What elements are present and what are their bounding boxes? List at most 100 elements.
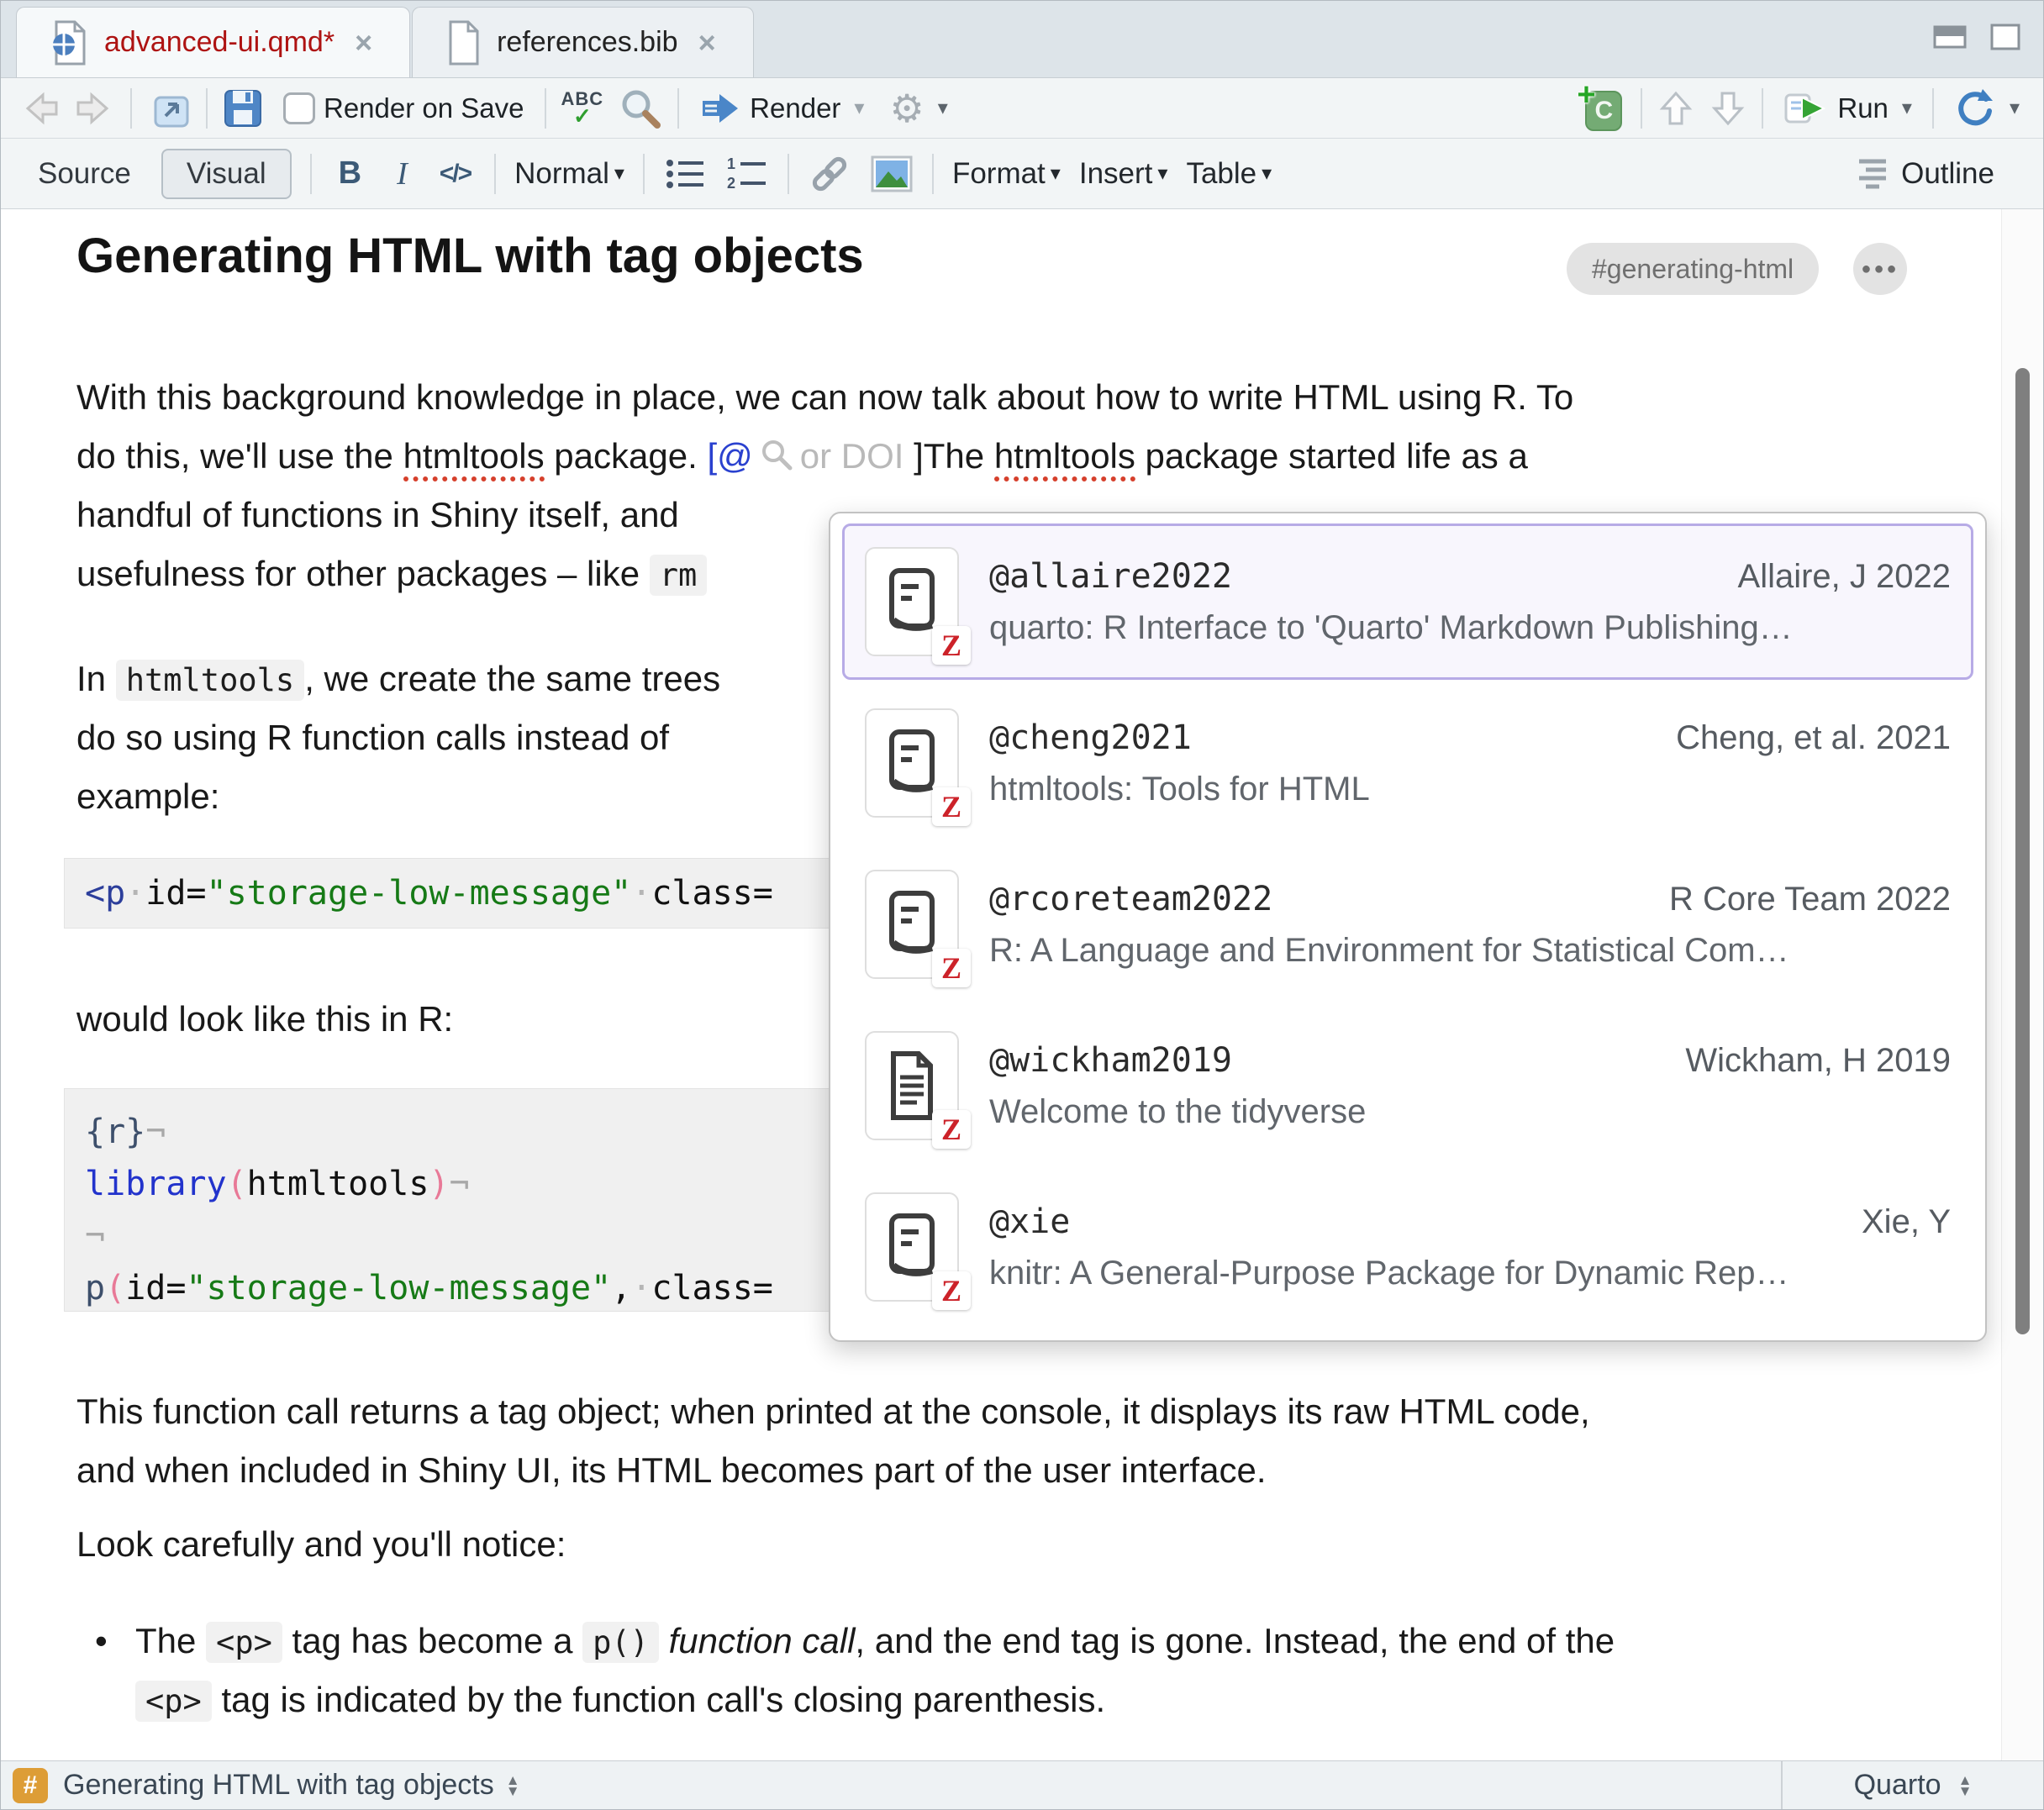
book-icon: Z <box>865 1192 959 1302</box>
bullet-line: The <p> tag has become a p() function ca… <box>135 1621 1615 1661</box>
chevron-down-icon: ▾ <box>938 96 948 120</box>
citation-item-rcoreteam2022[interactable]: Z @rcoreteam2022 R Core Team 2022 R: A L… <box>842 846 1973 1002</box>
heading-anchor-badge: #generating-html <box>1567 243 1819 295</box>
save-icon[interactable] <box>223 88 263 129</box>
bold-button[interactable]: B <box>330 155 370 192</box>
section-selector[interactable]: Generating HTML with tag objects <box>63 1769 494 1802</box>
inline-code: <p> <box>135 1681 212 1722</box>
link-icon[interactable] <box>808 152 851 196</box>
citation-author: Cheng, et al. 2021 <box>1676 719 1951 757</box>
divider <box>130 88 132 129</box>
citation-id: @rcoreteam2022 <box>989 880 1272 918</box>
citation-id: @xie <box>989 1202 1070 1241</box>
divider <box>1762 88 1763 129</box>
paragraph-line: This function call returns a tag object;… <box>76 1392 1590 1432</box>
quarto-file-icon <box>50 19 87 66</box>
citation-id: @cheng2021 <box>989 718 1192 757</box>
citation-author: Xie, Y <box>1862 1203 1951 1241</box>
tab-label: advanced-ui.qmd* <box>104 26 335 59</box>
citation-item-cheng2021[interactable]: Z @cheng2021 Cheng, et al. 2021 htmltool… <box>842 685 1973 841</box>
book-icon: Z <box>865 870 959 979</box>
zotero-badge: Z <box>932 1110 971 1149</box>
mode-selector[interactable]: Quarto ▲ ▼ <box>1781 1761 2043 1809</box>
go-previous-section-icon[interactable] <box>1657 89 1694 128</box>
outline-icon <box>1857 156 1891 192</box>
source-tools-button[interactable]: ▾ <box>1949 84 2025 133</box>
section-hash-icon: # <box>13 1768 48 1803</box>
render-settings-button[interactable]: ⚙ ▾ <box>884 86 952 131</box>
paragraph-line: usefulness for other packages – like rm <box>76 554 707 594</box>
citation-author: Allaire, J 2022 <box>1738 558 1951 596</box>
close-icon[interactable]: × <box>351 25 376 61</box>
divider <box>310 154 312 194</box>
visual-mode-button[interactable]: Visual <box>161 149 292 199</box>
citation-title: R: A Language and Environment for Statis… <box>989 932 1951 970</box>
file-icon <box>446 20 480 66</box>
zotero-badge: Z <box>932 949 971 987</box>
chevron-down-icon: ▾ <box>1051 161 1061 186</box>
citation-author: R Core Team 2022 <box>1669 881 1951 918</box>
divider <box>788 154 789 194</box>
paragraph-line: Look carefully and you'll notice: <box>76 1524 566 1565</box>
divider <box>206 88 208 129</box>
table-menu[interactable]: Table ▾ <box>1186 157 1272 191</box>
divider <box>545 88 546 129</box>
render-on-save-checkbox[interactable] <box>283 92 315 124</box>
run-button[interactable]: Run ▾ <box>1778 86 1917 131</box>
minimize-pane-icon[interactable] <box>1932 23 1968 51</box>
citation-item-xie[interactable]: Z @xie Xie, Y knitr: A General-Purpose P… <box>842 1169 1973 1325</box>
paragraph-style-select[interactable]: Normal ▾ <box>514 157 624 191</box>
citation-input[interactable]: [@ <box>707 436 752 476</box>
vertical-scrollbar <box>2001 209 2043 1760</box>
bullet-line: <p> tag is indicated by the function cal… <box>135 1680 1105 1720</box>
scrollbar-thumb[interactable] <box>2015 368 2030 1334</box>
updown-arrows-icon: ▲ ▼ <box>1958 1775 1973 1797</box>
italic-text: function call <box>669 1621 856 1660</box>
back-icon[interactable] <box>19 88 60 129</box>
zotero-badge: Z <box>932 626 971 665</box>
paragraph-line: do so using R function calls instead of <box>76 718 669 758</box>
inline-code: p() <box>582 1622 659 1663</box>
citation-item-wickham2019[interactable]: Z @wickham2019 Wickham, H 2019 Welcome t… <box>842 1008 1973 1164</box>
bullet-list-icon[interactable] <box>663 155 707 193</box>
citation-item-allaire2022[interactable]: Z @allaire2022 Allaire, J 2022 quarto: R… <box>842 524 1973 680</box>
close-icon[interactable]: × <box>695 25 719 61</box>
render-button[interactable]: Render ▾ <box>694 87 869 129</box>
divider <box>677 88 679 129</box>
inline-code: <p> <box>206 1622 282 1663</box>
image-icon[interactable] <box>870 155 914 193</box>
gear-icon: ⚙ <box>889 89 924 128</box>
code-button[interactable]: </> <box>435 160 476 188</box>
search-icon <box>760 438 793 471</box>
format-menu[interactable]: Format ▾ <box>952 157 1061 191</box>
paragraph-line: In htmltools, we create the same trees <box>76 659 720 699</box>
outline-toggle[interactable]: Outline <box>1857 156 1994 192</box>
maximize-pane-icon[interactable] <box>1989 23 2021 51</box>
source-mode-button[interactable]: Source <box>26 150 143 197</box>
book-icon: Z <box>865 708 959 818</box>
tab-advanced-ui-qmd[interactable]: advanced-ui.qmd* × <box>16 7 410 77</box>
run-icon <box>1783 89 1829 128</box>
go-next-section-icon[interactable] <box>1709 89 1746 128</box>
insert-menu[interactable]: Insert ▾ <box>1079 157 1168 191</box>
numbered-list-icon[interactable]: 1 2 <box>725 155 769 193</box>
citation-id: @allaire2022 <box>989 557 1232 596</box>
zotero-badge: Z <box>932 1271 971 1310</box>
paragraph-line: handful of functions in Shiny itself, an… <box>76 495 679 535</box>
tab-label: references.bib <box>497 26 677 59</box>
tab-references-bib[interactable]: references.bib × <box>412 7 754 77</box>
sync-icon <box>1954 87 1996 129</box>
render-label: Render <box>750 92 840 124</box>
render-on-save-control: Render on Save <box>278 89 529 128</box>
spellcheck-icon[interactable]: ABC ✓ <box>561 90 604 127</box>
run-label: Run <box>1837 92 1889 124</box>
open-in-new-window-icon[interactable] <box>147 87 191 129</box>
find-replace-icon[interactable] <box>619 87 662 130</box>
article-icon: Z <box>865 1031 959 1140</box>
heading-more-button[interactable]: ●●● <box>1853 243 1907 295</box>
forward-icon[interactable] <box>75 88 115 129</box>
render-on-save-label: Render on Save <box>324 92 524 124</box>
italic-button[interactable]: I <box>388 155 416 192</box>
chevron-down-icon: ▾ <box>614 161 624 186</box>
insert-chunk-button[interactable]: C + <box>1580 84 1625 133</box>
